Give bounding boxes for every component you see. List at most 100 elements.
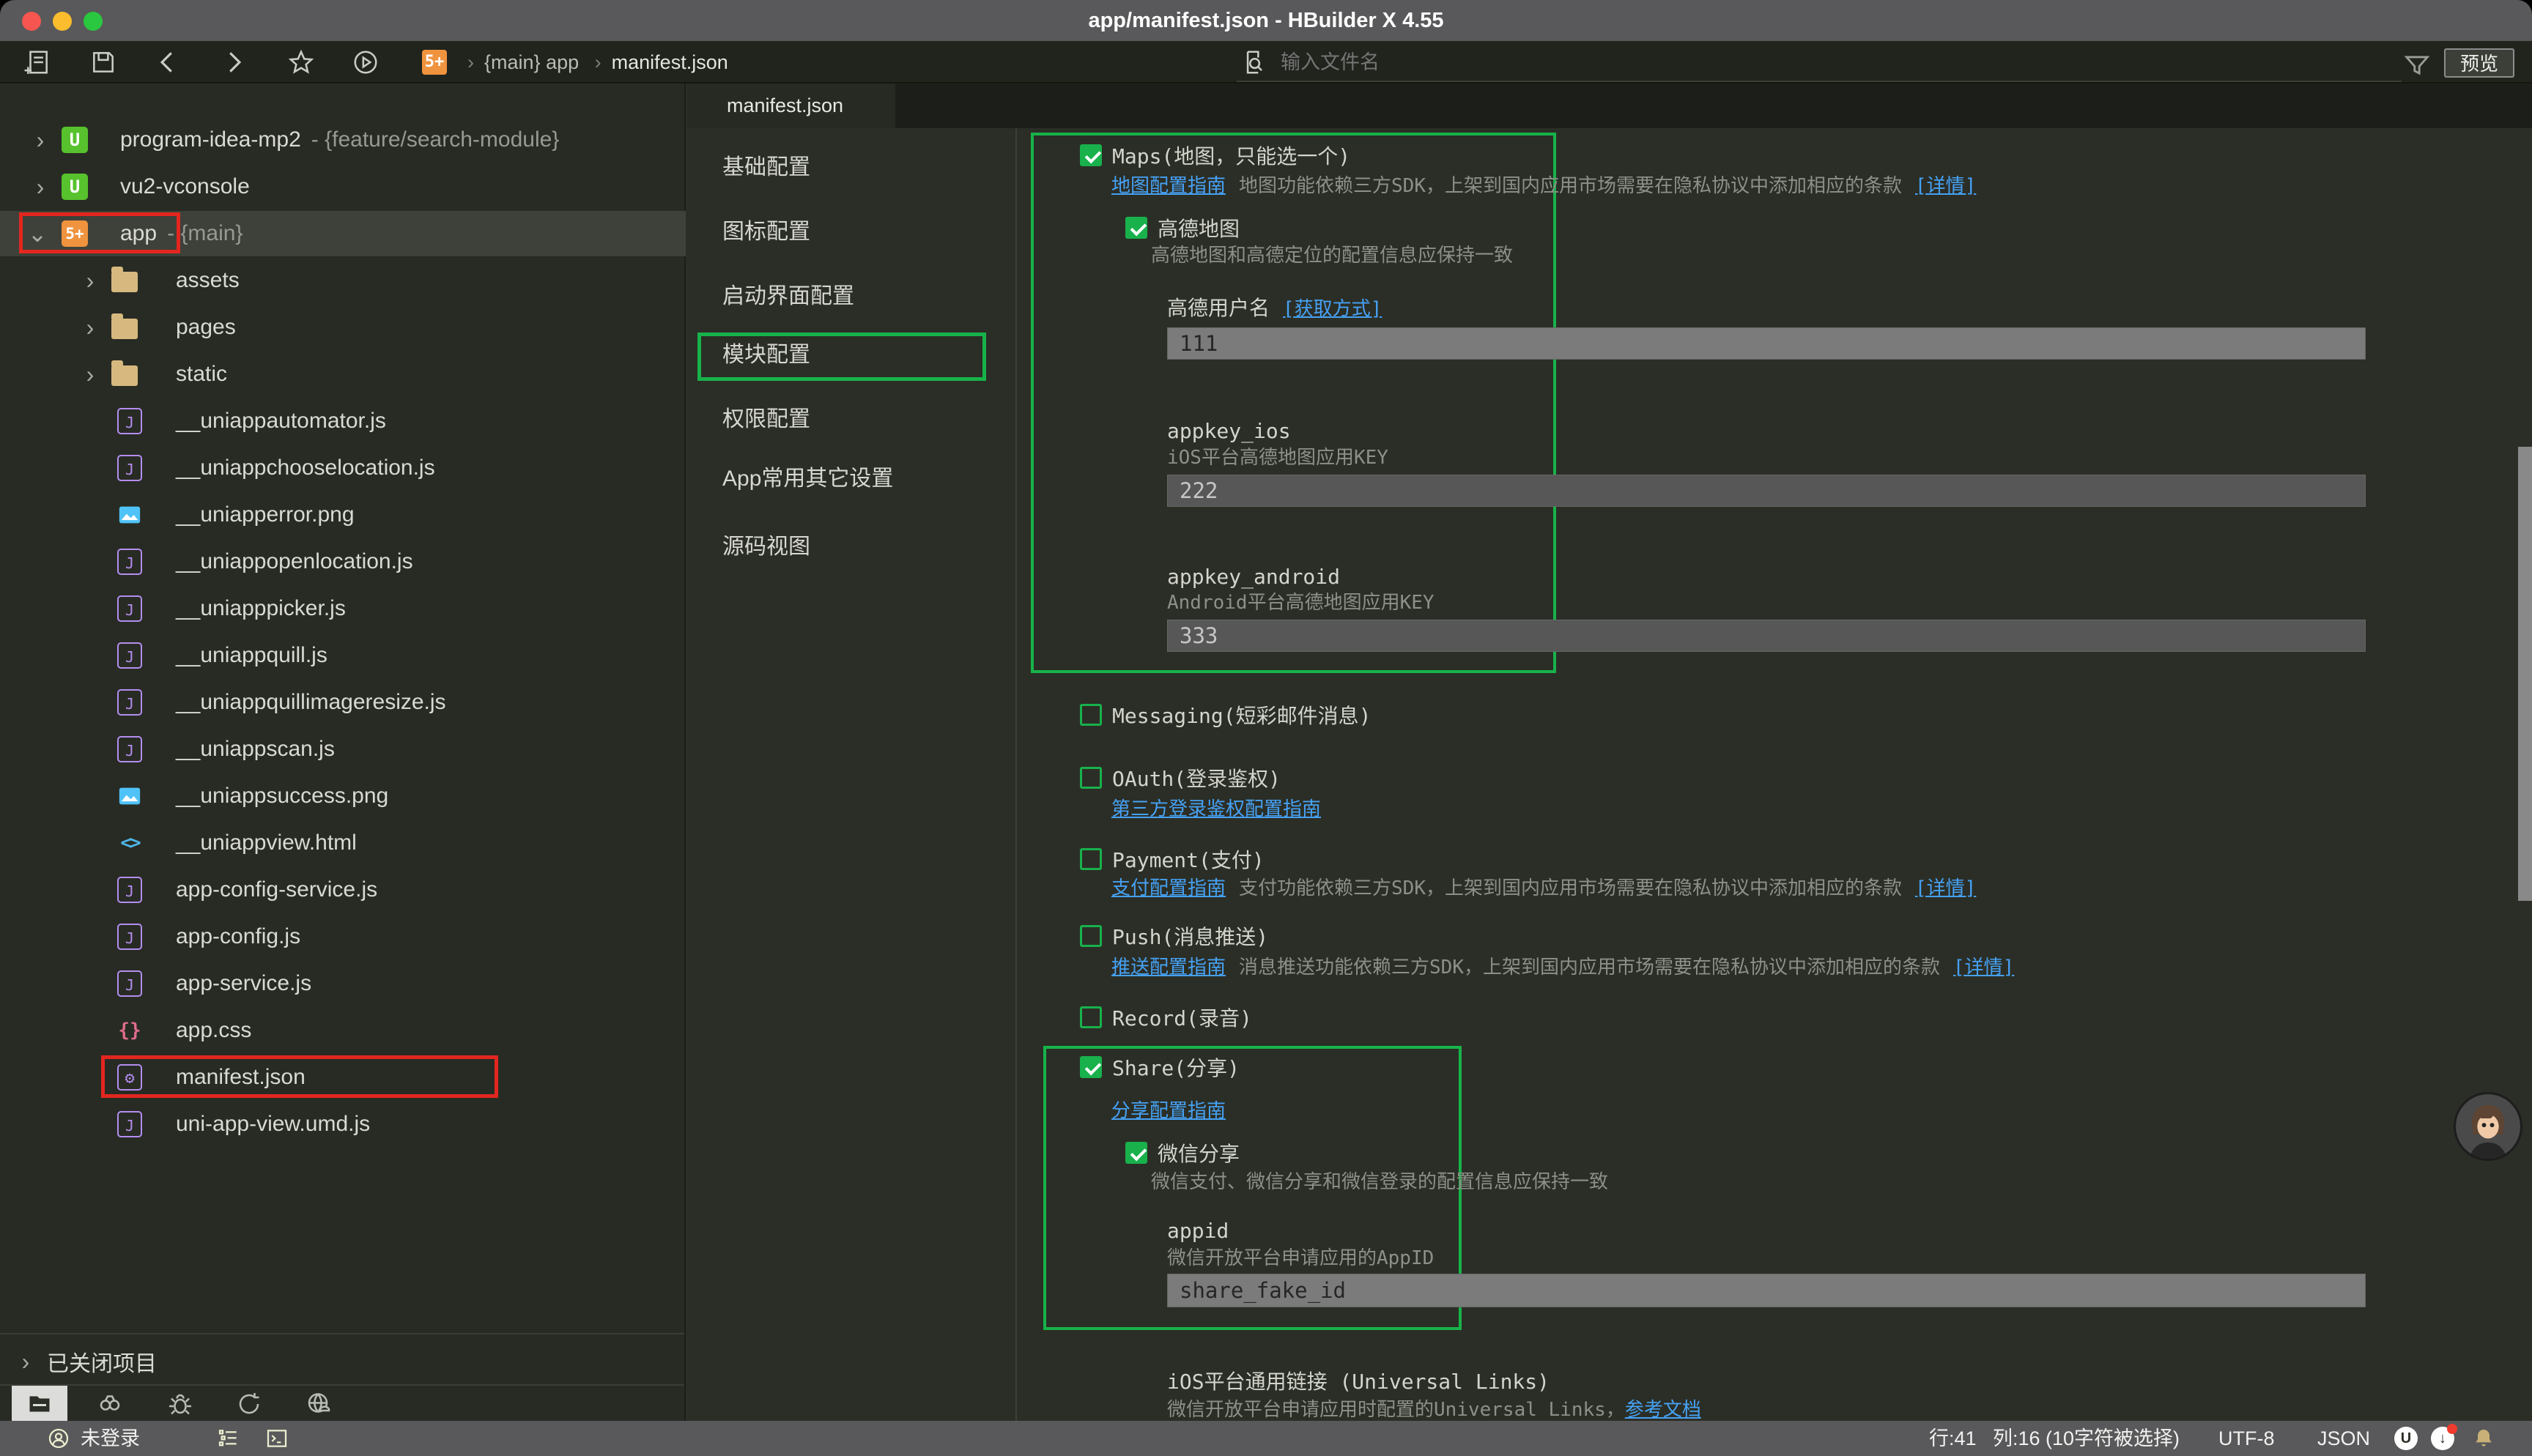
appkey-android-input[interactable] [1167, 620, 2366, 652]
tree-item-vu2-vconsole[interactable]: U vu2-vconsole [0, 164, 686, 209]
wechat-share-checkbox[interactable] [1125, 1142, 1147, 1164]
tree-label[interactable]: __uniappscan.js [176, 737, 335, 762]
tree-item-file[interactable]: <> __uniappview.html [0, 820, 686, 866]
messaging-checkbox[interactable] [1080, 704, 1102, 726]
tree-label[interactable]: __uniapppicker.js [176, 596, 346, 621]
tree-label[interactable]: static [176, 362, 227, 387]
tree-item-manifest[interactable]: ⚙ manifest.json [0, 1055, 686, 1100]
search-view-icon[interactable] [97, 1391, 123, 1417]
tree-label[interactable]: app-config.js [176, 924, 300, 949]
tree-label[interactable]: __uniappquill.js [176, 643, 327, 668]
language-mode-indicator[interactable]: JSON [2317, 1421, 2370, 1456]
tree-label[interactable]: vu2-vconsole [120, 174, 250, 199]
chevron-right-icon[interactable] [15, 1351, 37, 1373]
tree-item-file[interactable]: J __uniappautomator.js [0, 398, 686, 444]
tree-label[interactable]: __uniappopenlocation.js [176, 549, 413, 574]
cursor-line[interactable]: 行:41 [1929, 1421, 1977, 1456]
chevron-right-icon[interactable] [79, 316, 101, 338]
tree-label[interactable]: app.css [176, 1018, 251, 1043]
save-icon[interactable] [89, 48, 117, 76]
assistant-avatar[interactable] [2454, 1092, 2522, 1161]
tree-label[interactable]: program-idea-mp2 [120, 127, 301, 152]
account-icon[interactable] [47, 1427, 70, 1450]
oauth-checkbox[interactable] [1080, 767, 1102, 789]
tree-item-file[interactable]: __uniapperror.png [0, 492, 686, 538]
tree-item-assets[interactable]: assets [0, 258, 686, 303]
tree-item-file[interactable]: J app-config-service.js [0, 867, 686, 913]
tab-manifest-json[interactable]: manifest.json [687, 83, 895, 128]
share-guide-link[interactable]: 分享配置指南 [1111, 1096, 1226, 1123]
tree-item-file[interactable]: J __uniappchooselocation.js [0, 445, 686, 491]
folder-view-icon[interactable] [26, 1391, 53, 1417]
sync-view-icon[interactable] [236, 1391, 262, 1417]
breadcrumb[interactable]: ›{main} app ›manifest.json [457, 41, 728, 83]
amap-user-howto-link[interactable]: [获取方式] [1283, 294, 1382, 321]
amap-user-input[interactable] [1167, 327, 2366, 360]
appkey-ios-input[interactable] [1167, 475, 2366, 507]
push-guide-link[interactable]: 推送配置指南 [1111, 952, 1226, 979]
outline-list-icon[interactable] [217, 1427, 240, 1450]
tree-item-static[interactable]: static [0, 352, 686, 397]
wechat-appid-input[interactable] [1167, 1274, 2366, 1307]
record-checkbox[interactable] [1080, 1006, 1102, 1028]
menu-item-permission-config[interactable]: 权限配置 [687, 397, 1010, 442]
tree-item-file[interactable]: J app-service.js [0, 961, 686, 1006]
tree-label[interactable]: uni-app-view.umd.js [176, 1112, 370, 1137]
tree-label[interactable]: __uniappview.html [176, 831, 357, 855]
tree-item-file[interactable]: J __uniappscan.js [0, 727, 686, 772]
preview-button[interactable]: 预览 [2444, 48, 2514, 78]
new-file-icon[interactable] [23, 48, 51, 76]
tree-item-pages[interactable]: pages [0, 305, 686, 350]
tree-item-file[interactable]: J app-config.js [0, 914, 686, 959]
amap-checkbox[interactable] [1125, 217, 1147, 239]
payment-guide-link[interactable]: 支付配置指南 [1111, 873, 1226, 900]
breadcrumb-project[interactable]: app [546, 51, 579, 73]
notification-bell-icon[interactable] [2472, 1427, 2495, 1450]
push-detail-link[interactable]: [详情] [1953, 952, 2014, 979]
run-icon[interactable] [352, 48, 380, 76]
login-status[interactable]: 未登录 [81, 1421, 140, 1456]
payment-checkbox[interactable] [1080, 848, 1102, 870]
share-checkbox[interactable] [1080, 1056, 1102, 1078]
tree-label[interactable]: __uniappquillimageresize.js [176, 690, 446, 715]
terminal-icon[interactable] [265, 1427, 289, 1450]
chevron-right-icon[interactable] [29, 129, 51, 151]
tree-item-file[interactable]: J uni-app-view.umd.js [0, 1102, 686, 1147]
tree-label[interactable]: __uniappsuccess.png [176, 784, 388, 809]
uniapp-badge-icon[interactable]: U [2394, 1427, 2418, 1450]
menu-item-source-view[interactable]: 源码视图 [687, 524, 1010, 570]
menu-item-splash-config[interactable]: 启动界面配置 [687, 274, 1010, 319]
menu-item-app-other-settings[interactable]: App常用其它设置 [687, 456, 1010, 502]
filter-icon[interactable] [2403, 51, 2425, 73]
payment-detail-link[interactable]: [详情] [1915, 873, 1976, 900]
breadcrumb-branch[interactable]: {main} [484, 51, 541, 73]
universal-links-doc-link[interactable]: 参考文档 [1625, 1394, 1701, 1422]
web-view-icon[interactable] [305, 1391, 331, 1417]
closed-projects-section[interactable]: 已关闭项目 [0, 1340, 684, 1383]
maps-detail-link[interactable]: [详情] [1915, 171, 1976, 198]
tree-label[interactable]: __uniapperror.png [176, 502, 355, 527]
back-icon[interactable] [154, 48, 182, 76]
tree-label[interactable]: app-service.js [176, 971, 311, 996]
debug-view-icon[interactable] [167, 1391, 193, 1417]
maps-checkbox[interactable] [1080, 144, 1102, 166]
menu-item-icon-config[interactable]: 图标配置 [687, 209, 1010, 255]
push-checkbox[interactable] [1080, 925, 1102, 947]
tree-item-file[interactable]: J __uniappquillimageresize.js [0, 680, 686, 725]
tree-item-file[interactable]: __uniappsuccess.png [0, 773, 686, 819]
oauth-guide-link[interactable]: 第三方登录鉴权配置指南 [1111, 794, 1321, 821]
tree-item-file[interactable]: J __uniappquill.js [0, 633, 686, 678]
menu-item-basic-config[interactable]: 基础配置 [687, 145, 1010, 190]
tree-item-file[interactable]: {} app.css [0, 1008, 686, 1053]
forward-icon[interactable] [220, 48, 248, 76]
closed-projects-label[interactable]: 已关闭项目 [47, 1345, 157, 1378]
search-input[interactable] [1279, 41, 2232, 83]
update-download-icon[interactable]: ↓ [2431, 1427, 2454, 1450]
tree-item-app[interactable]: 5+ app - {main} [0, 211, 686, 256]
chevron-right-icon[interactable] [79, 270, 101, 291]
tree-label[interactable]: pages [176, 315, 236, 340]
tree-item-file[interactable]: J __uniappopenlocation.js [0, 539, 686, 584]
maps-guide-link[interactable]: 地图配置指南 [1111, 171, 1226, 198]
chevron-right-icon[interactable] [29, 176, 51, 198]
breadcrumb-file[interactable]: manifest.json [612, 51, 728, 73]
